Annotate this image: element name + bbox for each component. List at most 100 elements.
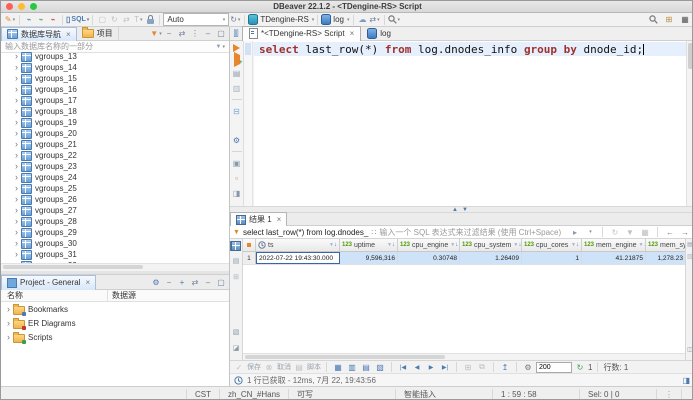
expander-icon[interactable]: [15, 52, 18, 61]
expander-icon[interactable]: [15, 239, 18, 248]
expander-icon[interactable]: [15, 162, 18, 171]
apply-filter-icon[interactable]: ▸: [569, 226, 581, 238]
tab-project-general[interactable]: Project - General ×: [1, 275, 96, 290]
cell-mem-engine[interactable]: 41.21875: [582, 252, 646, 264]
expander-icon[interactable]: [15, 140, 18, 149]
explain-plan-icon[interactable]: ▥: [231, 82, 243, 94]
tree-item-vgroup[interactable]: vgroups_20: [1, 128, 229, 139]
tree-item-vgroup[interactable]: vgroups_26: [1, 194, 229, 205]
status-menu-icon[interactable]: ⋮: [656, 389, 682, 400]
expander-icon[interactable]: [15, 184, 18, 193]
panel-toggle-icon[interactable]: ▦: [332, 361, 344, 373]
delete-script-icon[interactable]: ▫: [231, 172, 243, 184]
expander-icon[interactable]: [15, 217, 18, 226]
grid-hscrollbar[interactable]: [243, 353, 685, 360]
connect-icon[interactable]: ⌁: [23, 14, 35, 26]
expander-icon[interactable]: [7, 319, 10, 328]
text-view-icon[interactable]: ▤: [230, 255, 242, 267]
value-panel-icon[interactable]: ▤: [687, 241, 693, 248]
execute-statement-icon[interactable]: [233, 44, 240, 52]
duplicate-row-icon[interactable]: ⧉: [476, 361, 488, 373]
drag-handle-icon[interactable]: ∷: [371, 228, 376, 237]
search-dropdown-icon[interactable]: ▾: [388, 14, 401, 26]
close-icon[interactable]: ×: [66, 30, 71, 39]
cell-ts[interactable]: 2022-07-22 19:43:30.000: [256, 252, 340, 264]
tree-item-vgroup[interactable]: vgroups_18: [1, 106, 229, 117]
maximize-panel-icon[interactable]: ▢: [215, 28, 227, 40]
column-header-uptime[interactable]: 123 uptime ▼↓: [340, 239, 398, 251]
column-filter-sort-icon[interactable]: ▼↓: [571, 242, 579, 248]
transaction-mode-combo[interactable]: Auto▾: [163, 13, 229, 26]
column-filter-sort-icon[interactable]: ▼↓: [450, 242, 458, 248]
tab-result-1[interactable]: 结果 1 ×: [230, 212, 287, 226]
tree-item-vgroup[interactable]: vgroups_23: [1, 161, 229, 172]
tab-projects[interactable]: 项目: [77, 27, 119, 40]
metadata-panel-icon[interactable]: ◪: [230, 342, 242, 354]
tree-item-vgroup[interactable]: vgroups_28: [1, 216, 229, 227]
cell-cpu-cores[interactable]: 1: [522, 252, 582, 264]
script-changes-icon[interactable]: ▤: [293, 361, 305, 373]
caret-position-indicator[interactable]: 1 : 59 : 58: [492, 389, 579, 400]
column-header-mem-system[interactable]: 123 mem_system: [646, 239, 685, 251]
column-header-name[interactable]: 名称: [1, 290, 107, 301]
tree-item-vgroup[interactable]: vgroups_24: [1, 172, 229, 183]
tree-item-vgroup[interactable]: vgroups_13: [1, 51, 229, 62]
expander-icon[interactable]: [15, 118, 18, 127]
new-object-icon[interactable]: ✎▾: [4, 14, 16, 26]
column-header-mem-engine[interactable]: 123 mem_engine ▼↓: [582, 239, 646, 251]
grouping-panel-icon[interactable]: ▥: [687, 253, 693, 260]
tree-item-vgroup[interactable]: vgroups_21: [1, 139, 229, 150]
insert-mode-indicator[interactable]: 智能插入: [395, 389, 492, 400]
tab-database-navigator[interactable]: 数据库导航 ×: [1, 27, 77, 41]
next-row-icon[interactable]: ▶: [425, 361, 437, 373]
editor-results-sash[interactable]: ▲ ▼: [230, 206, 693, 213]
refresh-icon[interactable]: ↻: [108, 14, 120, 26]
tree-item-vgroup[interactable]: vgroups_29: [1, 227, 229, 238]
cell-cpu-system[interactable]: 1.26409: [460, 252, 522, 264]
link-with-editor-icon[interactable]: ⇄: [176, 28, 188, 40]
tree-item-vgroup[interactable]: vgroups_16: [1, 84, 229, 95]
refresh-icon[interactable]: ⇄: [189, 276, 201, 288]
execute-script-icon[interactable]: ▤: [231, 67, 243, 79]
layout-panel-icon[interactable]: ⊟: [231, 105, 243, 117]
tree-item-vgroup[interactable]: vgroups_25: [1, 183, 229, 194]
filter-funnel-icon[interactable]: ▼▾: [216, 44, 225, 50]
navigator-hscrollbar[interactable]: [1, 263, 229, 271]
settings-gear-icon[interactable]: ⚙: [150, 276, 162, 288]
results-filter-bar[interactable]: ▼ select last_row(*) from log.dnodes_ ∷ …: [230, 226, 693, 239]
tab-sql-script[interactable]: *<TDengine-RS> Script ×: [242, 26, 361, 42]
zoom-panels-icon[interactable]: ▧: [374, 361, 386, 373]
switch-arrows-icon[interactable]: ⇄▾: [369, 14, 381, 26]
value-view-icon[interactable]: ⊞: [230, 271, 242, 283]
nav-forward-icon[interactable]: →: [679, 226, 691, 238]
grid-corner-cell[interactable]: [243, 239, 256, 251]
text-transform-icon[interactable]: T▾: [132, 14, 144, 26]
column-filter-sort-icon[interactable]: ▼↓: [329, 242, 337, 248]
expander-icon[interactable]: [15, 228, 18, 237]
tree-item-vgroup[interactable]: vgroups_22: [1, 150, 229, 161]
grid-view-icon[interactable]: [231, 241, 241, 251]
tree-item-vgroup[interactable]: vgroups_30: [1, 238, 229, 249]
refresh-results-icon[interactable]: ↻: [609, 226, 621, 238]
expander-icon[interactable]: [15, 74, 18, 83]
disconnect-icon[interactable]: ⌁: [47, 14, 59, 26]
close-icon[interactable]: ×: [85, 278, 90, 287]
close-icon[interactable]: ×: [277, 215, 282, 224]
cell-cpu-engine[interactable]: 0.30748: [398, 252, 460, 264]
expander-icon[interactable]: [15, 107, 18, 116]
reconnect-icon[interactable]: ⌁: [35, 14, 47, 26]
cloud-icon[interactable]: ☁: [357, 14, 369, 26]
show-panels-icon[interactable]: ◨: [682, 376, 690, 385]
tree-item-er-diagrams[interactable]: ER Diagrams: [1, 316, 229, 330]
expander-icon[interactable]: [15, 250, 18, 259]
calc-panel-icon[interactable]: ▧: [230, 326, 242, 338]
sql-editor[interactable]: select last_row(*) from log.dnodes_info …: [254, 41, 686, 206]
expander-icon[interactable]: [15, 96, 18, 105]
minimize-panel-icon[interactable]: –: [202, 28, 214, 40]
tree-item-scripts[interactable]: Scripts: [1, 330, 229, 344]
expander-icon[interactable]: [15, 85, 18, 94]
row-number-cell[interactable]: 1: [243, 252, 256, 264]
new-sql-editor-button[interactable]: ▯SQL▾: [66, 14, 89, 26]
expander-icon[interactable]: [7, 305, 10, 314]
tree-item-vgroup[interactable]: vgroups_19: [1, 117, 229, 128]
